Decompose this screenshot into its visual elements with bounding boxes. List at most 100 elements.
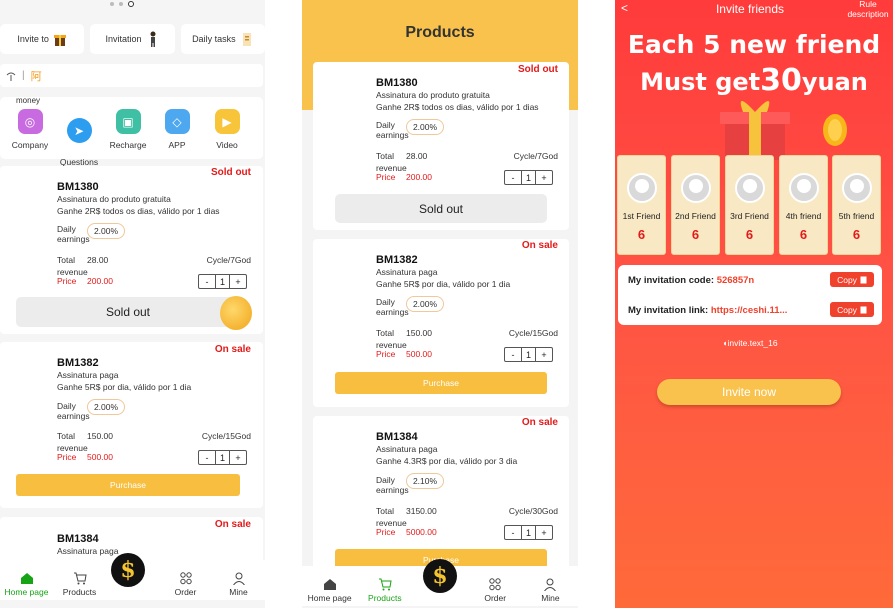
coin-icon (823, 114, 847, 146)
notice-bar[interactable]: | 阿 (0, 64, 263, 87)
total-value: 3150.00 (406, 506, 437, 516)
quantity-stepper[interactable]: - 1 + (504, 347, 553, 362)
quantity-value[interactable]: 1 (521, 526, 536, 539)
decrement-button[interactable]: - (505, 348, 521, 361)
product-code: BM1380 (376, 77, 418, 89)
user-icon (544, 578, 557, 591)
tab-mine[interactable]: Mine (523, 566, 578, 606)
order-icon (489, 578, 501, 591)
tab-order[interactable]: Order (468, 566, 523, 606)
increment-button[interactable]: + (536, 348, 552, 361)
friend-slot: 2nd Friend 6 (671, 155, 720, 255)
quantity-value[interactable]: 1 (215, 451, 230, 464)
dollar-icon[interactable]: $ (423, 559, 457, 593)
copy-code-button[interactable]: Copy (830, 272, 874, 287)
quantity-stepper[interactable]: - 1 + (198, 450, 247, 465)
tab-products[interactable]: Products (53, 560, 106, 600)
quantity-value[interactable]: 1 (521, 348, 536, 361)
tab-products-label: Products (368, 593, 402, 603)
quantity-value[interactable]: 1 (215, 275, 230, 288)
tasks-icon (242, 33, 251, 46)
total-label: Total (57, 255, 75, 265)
tab-mine[interactable]: Mine (212, 560, 265, 600)
daily-earnings-rate: 2.00% (87, 399, 125, 415)
purchase-button[interactable]: Purchase (16, 474, 240, 496)
increment-button[interactable]: + (230, 275, 246, 288)
increment-button[interactable]: + (536, 526, 552, 539)
friend-count: 6 (745, 227, 754, 242)
invitation-button[interactable]: Invitation (90, 24, 175, 54)
app-label: APP (168, 140, 186, 150)
carousel-dot[interactable] (119, 2, 123, 6)
decrement-button[interactable]: - (199, 451, 215, 464)
invite-now-button[interactable]: Invite now (657, 379, 841, 405)
friend-count: 6 (799, 227, 808, 242)
video-icon: ▶ (214, 109, 240, 134)
increment-button[interactable]: + (536, 171, 552, 184)
gift-box-illustration (720, 101, 790, 160)
quantity-value[interactable]: 1 (521, 171, 536, 184)
product-description: Ganhe 2R$ todos os dias, válido por 1 di… (376, 102, 539, 112)
decrement-button[interactable]: - (505, 171, 521, 184)
price-label: Price (376, 349, 396, 359)
price-label: Price (376, 527, 396, 537)
total-value: 150.00 (87, 431, 113, 441)
invite-text: ◖invite.text_16 (615, 338, 885, 348)
company-button[interactable]: ◎ Company (5, 109, 55, 150)
broadcast-icon (6, 72, 16, 81)
recharge-button[interactable]: ▣ Recharge (103, 109, 153, 150)
dollar-icon[interactable]: $ (111, 553, 145, 587)
tab-products[interactable]: Products (357, 566, 412, 606)
copy-link-button[interactable]: Copy (830, 302, 874, 317)
total-value: 28.00 (87, 255, 109, 265)
tab-home[interactable]: Home page (302, 566, 357, 606)
decrement-button[interactable]: - (199, 275, 215, 288)
quantity-stepper[interactable]: - 1 + (504, 525, 553, 540)
carousel-dot-active[interactable] (128, 1, 134, 7)
invitation-link-value: https://ceshi.11... (710, 305, 788, 316)
product-description: Ganhe 5R$ por dia, válido por 1 dia (57, 382, 192, 392)
quantity-stepper[interactable]: - 1 + (504, 170, 553, 185)
daily-earnings-label: Daily earnings (376, 475, 409, 495)
daily-earnings-label: Daily earnings (376, 297, 409, 317)
daily-tasks-button[interactable]: Daily tasks (180, 24, 265, 54)
carousel-dot[interactable] (110, 2, 114, 6)
increment-button[interactable]: + (230, 451, 246, 464)
sold-out-button[interactable]: Sold out (335, 194, 547, 223)
invite-screen: < Invite friends Rule description Each 5… (615, 0, 893, 608)
invitation-code-label: My invitation code: (628, 275, 715, 286)
products-screen: Products BM1380 Sold out Assinatura do p… (302, 0, 578, 608)
video-button[interactable]: ▶ Video (202, 109, 252, 150)
hero-amount: 30 (760, 63, 802, 98)
status-badge: Sold out (211, 167, 251, 178)
decrement-button[interactable]: - (505, 526, 521, 539)
carousel-dots[interactable] (110, 1, 134, 7)
app-button[interactable]: ◇ APP (152, 109, 202, 150)
purchase-button[interactable]: Purchase (335, 372, 547, 394)
video-label: Video (216, 140, 238, 150)
quick-actions: Invite to Invitation Daily tasks (0, 24, 265, 54)
company-label: Company (11, 140, 49, 150)
invitation-label: Invitation (105, 34, 142, 44)
product-card: BM1384 On sale Assinatura paga Ganhe 4.3… (313, 416, 569, 576)
product-description: Ganhe 5R$ por dia, válido por 1 dia (376, 279, 511, 289)
tab-home[interactable]: Home page (0, 560, 53, 600)
daily-earnings-rate: 2.00% (406, 296, 444, 312)
friend-slot: 1st Friend 6 (617, 155, 666, 255)
product-code: BM1382 (376, 254, 418, 266)
sold-out-button[interactable]: Sold out (16, 297, 240, 327)
floating-crown-icon[interactable] (220, 296, 252, 330)
total-label: Total (57, 431, 75, 441)
feature-grid: money ◎ Company ➤ Questions and answers … (0, 96, 263, 185)
quantity-stepper[interactable]: - 1 + (198, 274, 247, 289)
price-value: 200.00 (87, 276, 113, 286)
friend-count: 6 (637, 227, 646, 242)
invite-to-button[interactable]: Invite to (0, 24, 85, 54)
daily-earnings-label: Daily earnings (57, 401, 90, 421)
rule-description-link[interactable]: Rule description (845, 0, 891, 19)
price-label: Price (57, 452, 77, 462)
status-badge: On sale (214, 344, 251, 355)
tab-home-label: Home page (4, 587, 49, 597)
tab-order[interactable]: Order (159, 560, 212, 600)
telegram-icon: ➤ (66, 118, 92, 143)
